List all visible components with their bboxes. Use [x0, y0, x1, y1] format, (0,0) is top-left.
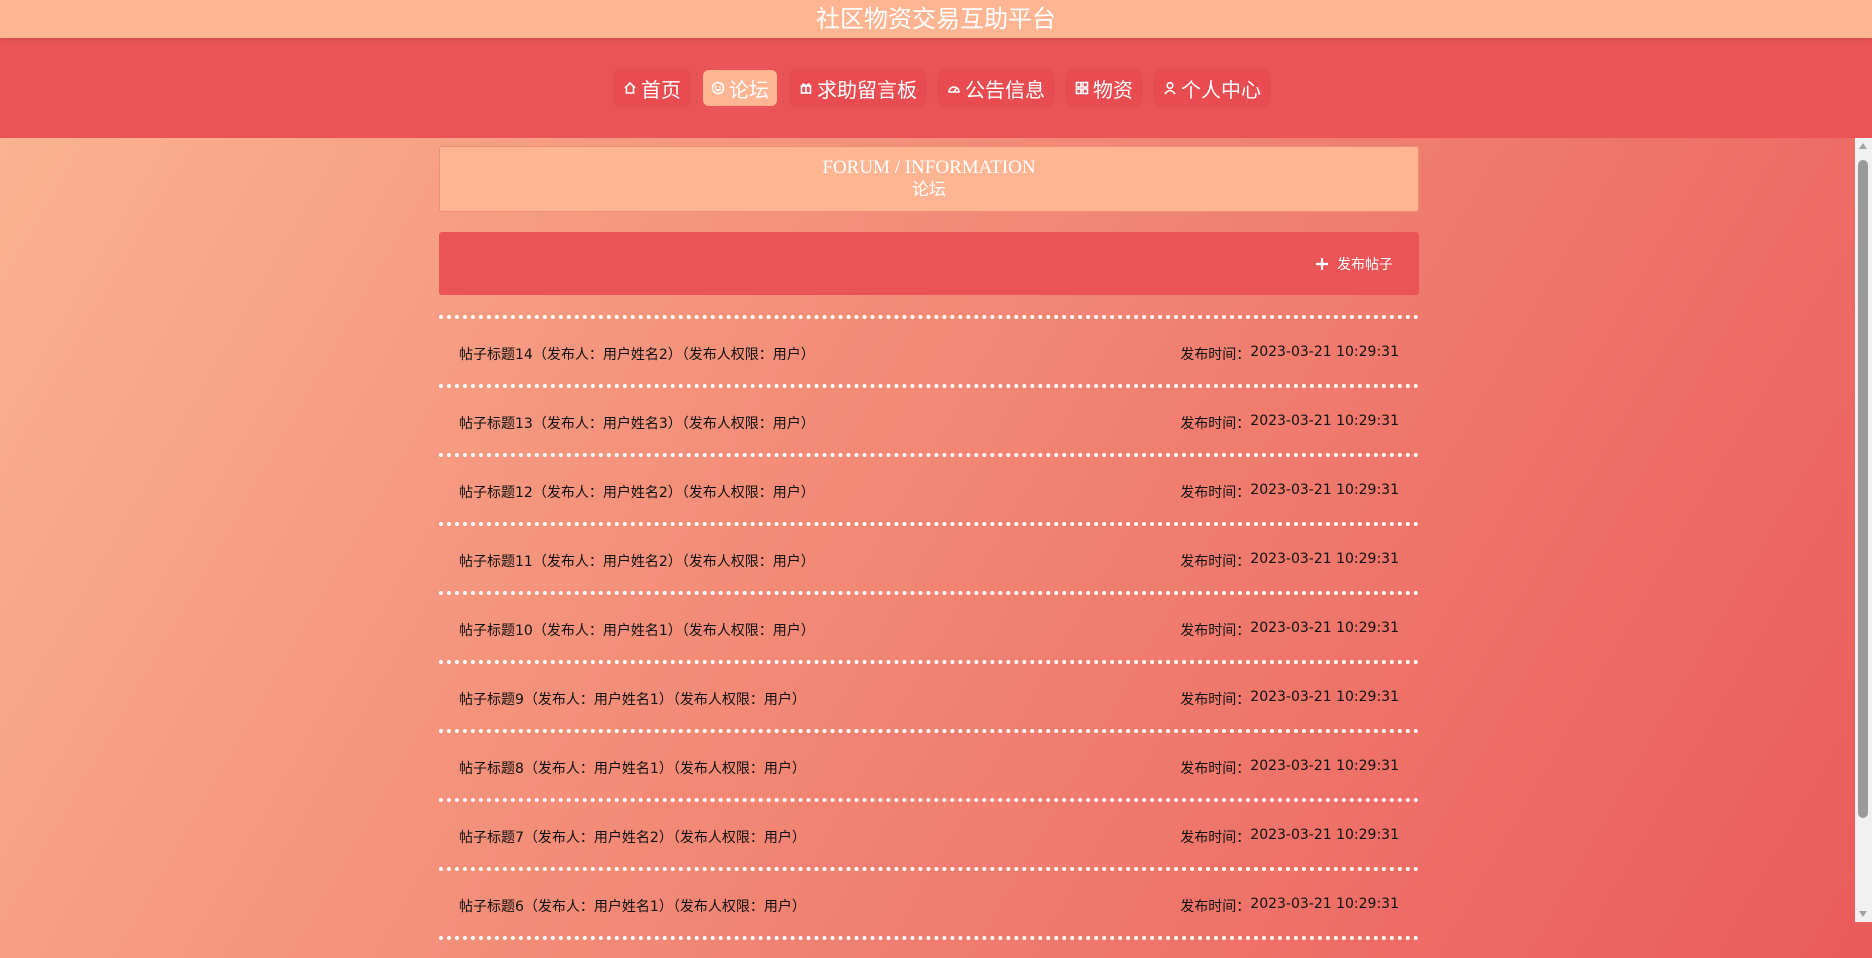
publish-post-button[interactable]: 发布帖子: [1315, 254, 1393, 274]
action-bar: 发布帖子: [439, 232, 1419, 295]
nav-item-supplies[interactable]: 物资: [1067, 70, 1141, 106]
nav-item-home[interactable]: 首页: [615, 70, 689, 106]
post-item[interactable]: 帖子标题12（发布人：用户姓名2）（发布人权限：用户） 发布时间： 2023-03…: [439, 461, 1419, 522]
post-time: 发布时间： 2023-03-21 10:29:31: [1180, 827, 1399, 847]
post-time-value: 2023-03-21 10:29:31: [1250, 826, 1399, 843]
post-title[interactable]: 帖子标题10（发布人：用户姓名1）（发布人权限：用户）: [459, 620, 815, 640]
post-item[interactable]: 帖子标题10（发布人：用户姓名1）（发布人权限：用户） 发布时间： 2023-03…: [439, 599, 1419, 660]
title-bar: 社区物资交易互助平台: [0, 0, 1872, 38]
post-time-value: 2023-03-21 10:29:31: [1250, 895, 1399, 912]
post-item[interactable]: 帖子标题11（发布人：用户姓名2）（发布人权限：用户） 发布时间： 2023-03…: [439, 530, 1419, 591]
post-time-value: 2023-03-21 10:29:31: [1250, 550, 1399, 567]
nav-item-help-board[interactable]: 求助留言板: [791, 70, 925, 106]
divider: [439, 867, 1419, 875]
section-header: FORUM / INFORMATION 论坛: [439, 146, 1419, 212]
home-icon: [624, 81, 636, 94]
nav-item-label: 首页: [641, 77, 681, 102]
scroll-down-arrow-icon[interactable]: [1859, 911, 1867, 917]
post-title[interactable]: 帖子标题9（发布人：用户姓名1）（发布人权限：用户）: [459, 689, 806, 709]
post-time: 发布时间： 2023-03-21 10:29:31: [1180, 551, 1399, 571]
publish-post-label: 发布帖子: [1337, 256, 1393, 273]
post-title[interactable]: 帖子标题14（发布人：用户姓名2）（发布人权限：用户）: [459, 344, 815, 364]
grid-icon: [1075, 81, 1089, 95]
post-title[interactable]: 帖子标题7（发布人：用户姓名2）（发布人权限：用户）: [459, 827, 806, 847]
user-icon: [1164, 81, 1176, 95]
divider: [439, 522, 1419, 530]
post-time-value: 2023-03-21 10:29:31: [1250, 757, 1399, 774]
post-title[interactable]: 帖子标题12（发布人：用户姓名2）（发布人权限：用户）: [459, 482, 815, 502]
post-time-value: 2023-03-21 10:29:31: [1250, 412, 1399, 429]
gift-icon: [800, 83, 812, 94]
nav-item-label: 论坛: [729, 77, 769, 102]
divider: [439, 729, 1419, 737]
site-title: 社区物资交易互助平台: [816, 5, 1056, 33]
post-time-label: 发布时间：: [1180, 691, 1251, 708]
nav-item-user-center[interactable]: 个人中心: [1155, 70, 1269, 106]
divider: [439, 453, 1419, 461]
post-item[interactable]: 帖子标题6（发布人：用户姓名1）（发布人权限：用户） 发布时间： 2023-03-…: [439, 875, 1419, 936]
nav-item-forum[interactable]: 论坛: [703, 70, 777, 106]
post-time-label: 发布时间：: [1180, 760, 1251, 777]
nav-item-label: 物资: [1093, 77, 1133, 102]
post-time: 发布时间： 2023-03-21 10:29:31: [1180, 482, 1399, 502]
divider: [439, 660, 1419, 668]
post-time-label: 发布时间：: [1180, 622, 1251, 639]
post-time: 发布时间： 2023-03-21 10:29:31: [1180, 896, 1399, 916]
post-item[interactable]: 帖子标题8（发布人：用户姓名1）（发布人权限：用户） 发布时间： 2023-03-…: [439, 737, 1419, 798]
post-time-value: 2023-03-21 10:29:31: [1250, 481, 1399, 498]
post-time-label: 发布时间：: [1180, 484, 1251, 501]
nav-bar: 首页 论坛 求助留言板 公告信息 物资 个人中心: [0, 38, 1872, 138]
main-content: FORUM / INFORMATION 论坛 发布帖子 帖子标题14（发布人：用…: [439, 146, 1419, 944]
main-nav: 首页 论坛 求助留言板 公告信息 物资 个人中心: [615, 70, 1269, 106]
post-time-value: 2023-03-21 10:29:31: [1250, 343, 1399, 360]
post-time-label: 发布时间：: [1180, 346, 1251, 363]
nav-item-label: 个人中心: [1181, 77, 1261, 102]
cloud-icon: [948, 86, 960, 93]
vertical-scrollbar[interactable]: [1855, 138, 1872, 922]
section-title-cn: 论坛: [912, 180, 946, 199]
plus-icon: [1316, 257, 1328, 270]
post-time-label: 发布时间：: [1180, 898, 1251, 915]
post-time: 发布时间： 2023-03-21 10:29:31: [1180, 620, 1399, 640]
post-item[interactable]: 帖子标题7（发布人：用户姓名2）（发布人权限：用户） 发布时间： 2023-03-…: [439, 806, 1419, 867]
post-item[interactable]: 帖子标题9（发布人：用户姓名1）（发布人权限：用户） 发布时间： 2023-03-…: [439, 668, 1419, 729]
post-title[interactable]: 帖子标题13（发布人：用户姓名3）（发布人权限：用户）: [459, 413, 815, 433]
nav-item-announcements[interactable]: 公告信息: [939, 70, 1053, 106]
post-time: 发布时间： 2023-03-21 10:29:31: [1180, 689, 1399, 709]
scroll-up-arrow-icon[interactable]: [1859, 143, 1867, 149]
post-time: 发布时间： 2023-03-21 10:29:31: [1180, 344, 1399, 364]
section-title-en: FORUM / INFORMATION: [822, 157, 1036, 178]
post-time-value: 2023-03-21 10:29:31: [1250, 688, 1399, 705]
post-time: 发布时间： 2023-03-21 10:29:31: [1180, 413, 1399, 433]
divider: [439, 315, 1419, 323]
post-title[interactable]: 帖子标题11（发布人：用户姓名2）（发布人权限：用户）: [459, 551, 815, 571]
post-time: 发布时间： 2023-03-21 10:29:31: [1180, 758, 1399, 778]
divider: [439, 591, 1419, 599]
post-title[interactable]: 帖子标题8（发布人：用户姓名1）（发布人权限：用户）: [459, 758, 806, 778]
nav-item-label: 公告信息: [965, 77, 1045, 102]
divider: [439, 936, 1419, 944]
divider: [439, 798, 1419, 806]
divider: [439, 384, 1419, 392]
post-item[interactable]: 帖子标题14（发布人：用户姓名2）（发布人权限：用户） 发布时间： 2023-03…: [439, 323, 1419, 384]
post-item[interactable]: 帖子标题13（发布人：用户姓名3）（发布人权限：用户） 发布时间： 2023-03…: [439, 392, 1419, 453]
post-time-label: 发布时间：: [1180, 829, 1251, 846]
smile-icon: [711, 81, 725, 95]
scrollbar-thumb[interactable]: [1858, 160, 1868, 818]
post-time-value: 2023-03-21 10:29:31: [1250, 619, 1399, 636]
post-list: 帖子标题14（发布人：用户姓名2）（发布人权限：用户） 发布时间： 2023-03…: [439, 315, 1419, 944]
post-time-label: 发布时间：: [1180, 553, 1251, 570]
post-time-label: 发布时间：: [1180, 415, 1251, 432]
post-title[interactable]: 帖子标题6（发布人：用户姓名1）（发布人权限：用户）: [459, 896, 806, 916]
nav-item-label: 求助留言板: [817, 77, 917, 102]
